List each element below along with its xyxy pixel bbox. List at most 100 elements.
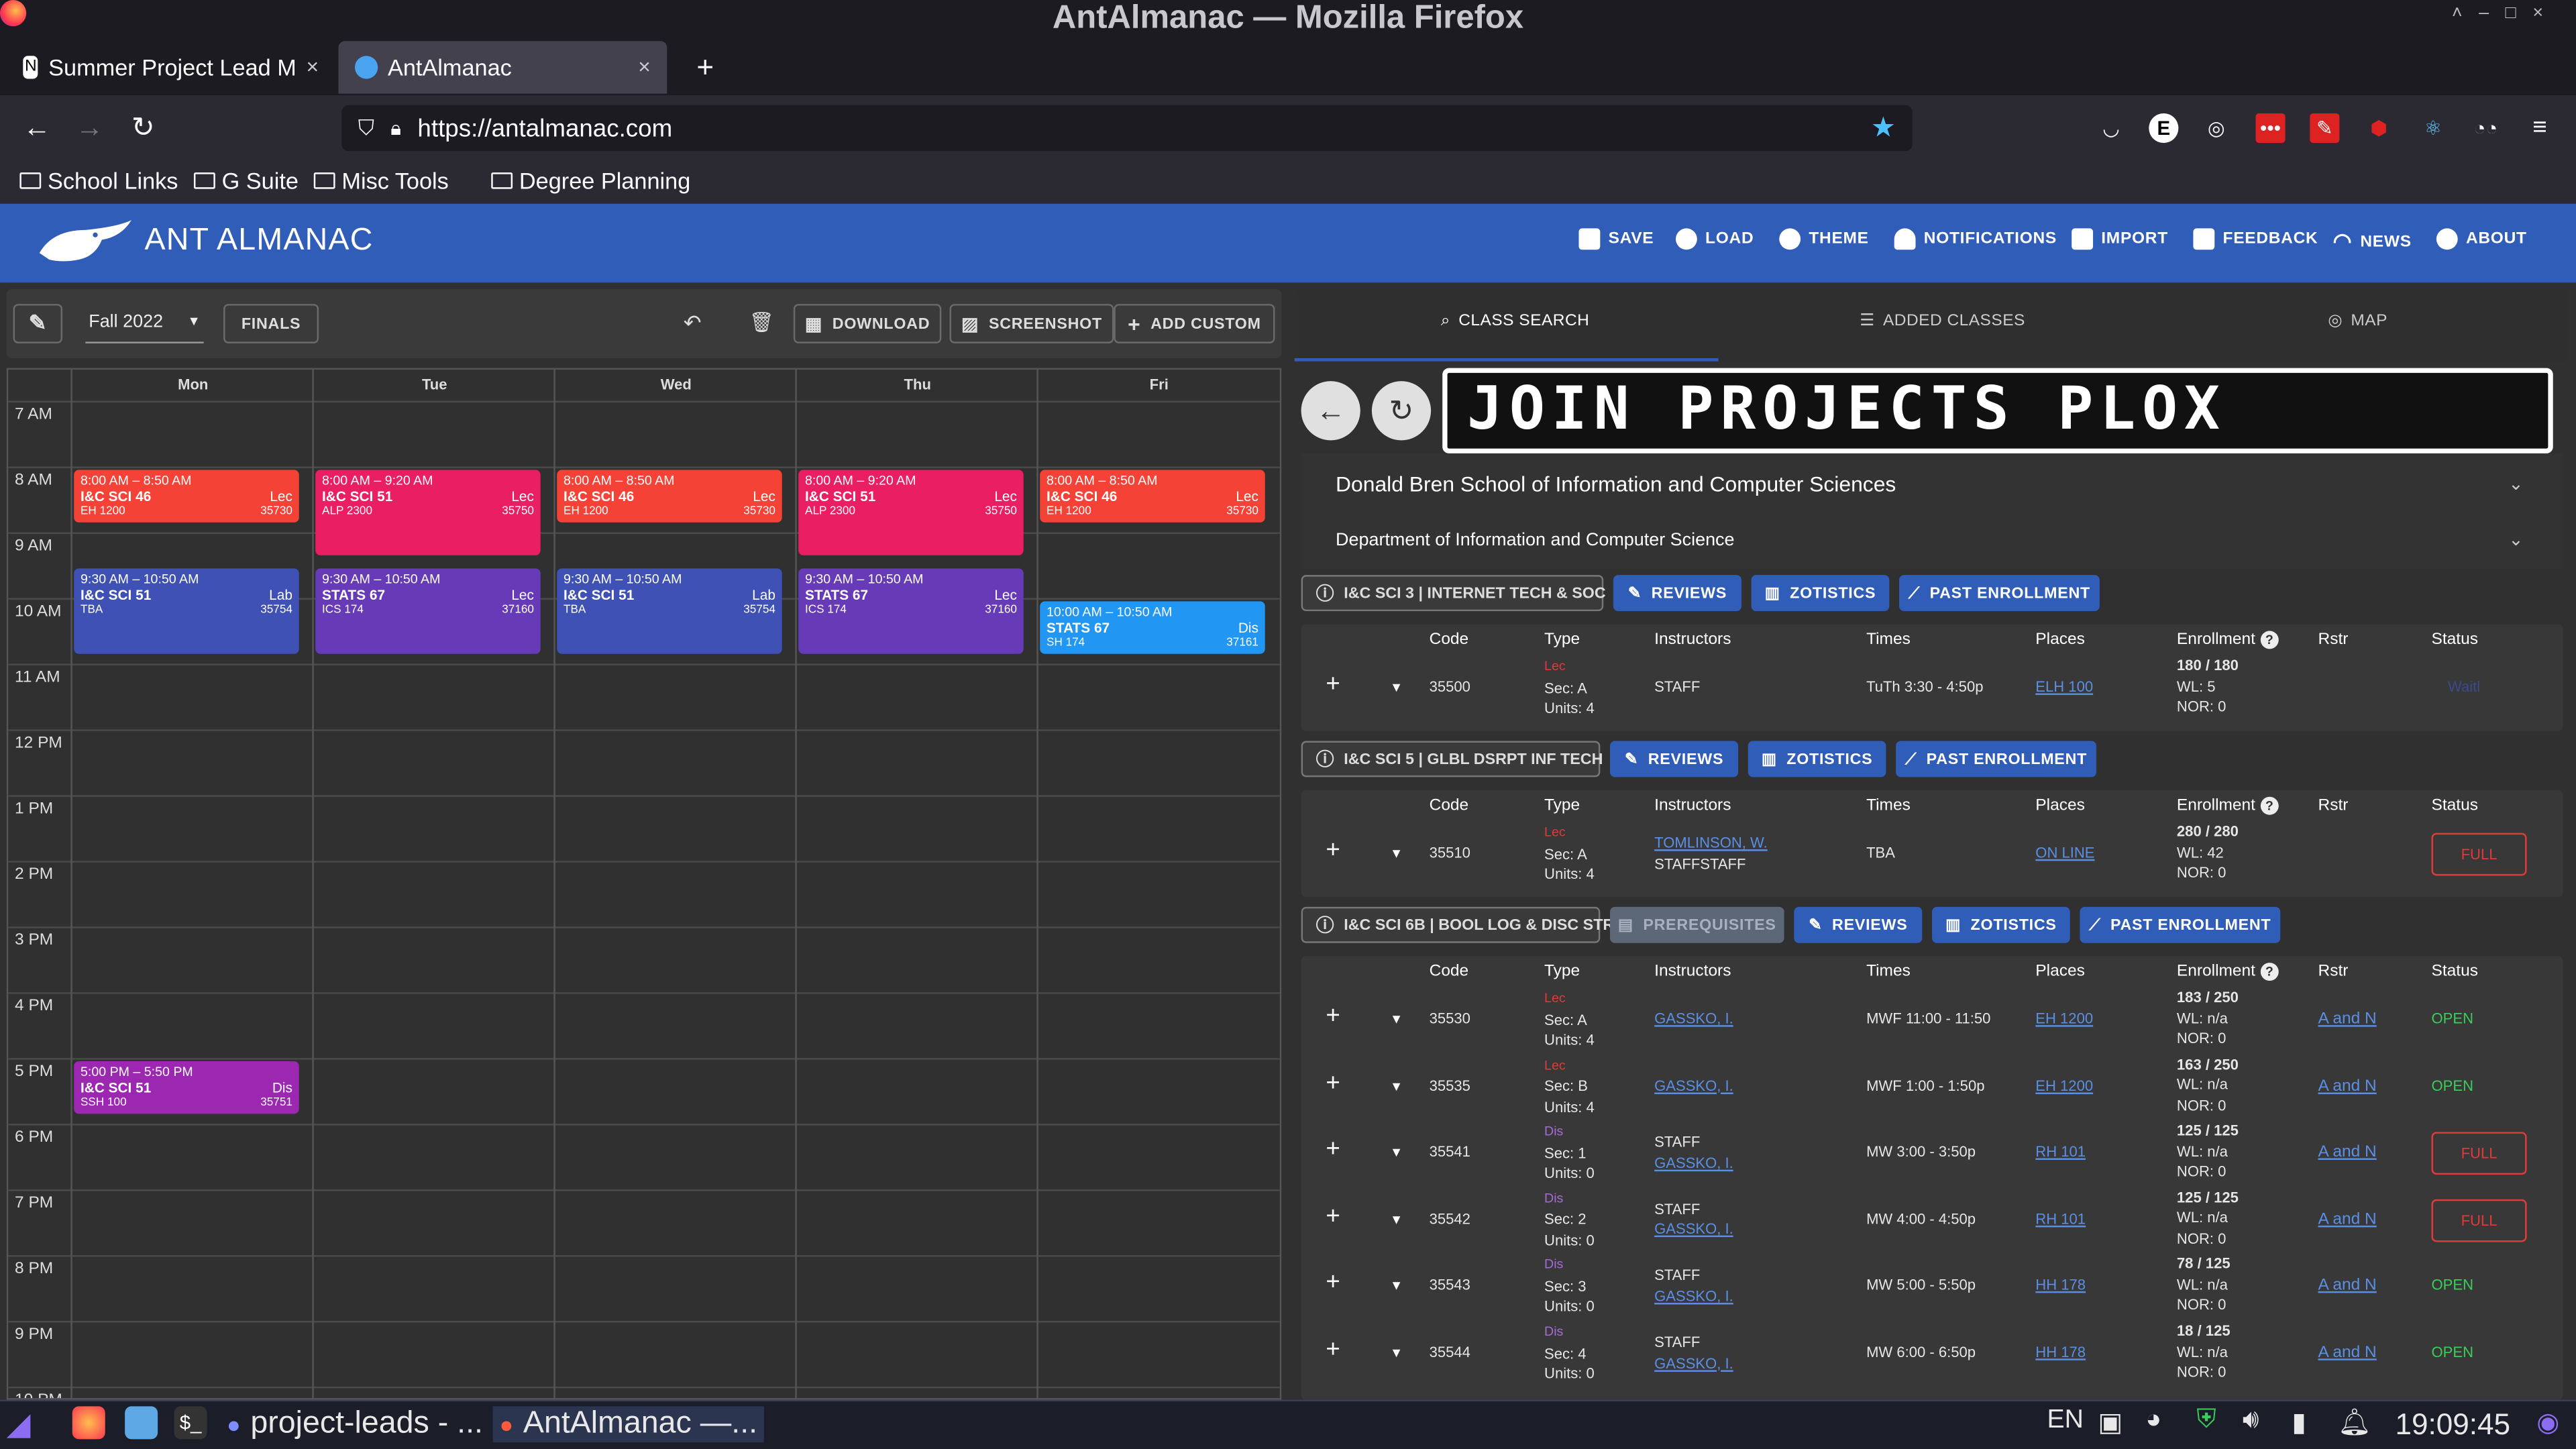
term-select[interactable]: Fall 2022 ▼ <box>85 304 204 343</box>
zotistics-button[interactable]: ▥ ZOTISTICS <box>1751 575 1890 612</box>
about-button[interactable]: ABOUT <box>2436 228 2527 250</box>
reload-icon[interactable]: ↻ <box>131 112 155 145</box>
restriction-link[interactable]: A and N <box>2318 1277 2377 1295</box>
reviews-button[interactable]: ✎ REVIEWS <box>1613 575 1741 612</box>
add-custom-button[interactable]: + ADD CUSTOM <box>1114 304 1275 343</box>
tab-antalmanac[interactable]: AntAlmanac × <box>338 41 667 94</box>
extension-globe-icon[interactable]: ◎ <box>2202 113 2231 143</box>
help-icon[interactable]: ? <box>2260 631 2279 649</box>
bookmark-misc-tools[interactable]: Misc Tools <box>313 168 449 194</box>
window-controls[interactable]: ˄–□× <box>2452 3 2560 23</box>
color-picker-caret-icon[interactable]: ▼ <box>1390 1212 1403 1227</box>
calendar-event[interactable]: 9:30 AM – 10:50 AM I&C SCI 51 Lab TBA 35754 <box>74 568 299 654</box>
new-tab-button[interactable]: + <box>680 41 731 93</box>
extension-glasses-icon[interactable]: ◔◔ <box>2471 113 2500 143</box>
reviews-button[interactable]: ✎ REVIEWS <box>1794 906 1923 943</box>
calendar-event[interactable]: 9:30 AM – 10:50 AM STATS 67 Lec ICS 174 3716… <box>315 568 541 654</box>
app-logo[interactable]: ANT ALMANAC <box>36 217 374 266</box>
section-code-cell[interactable]: 35500 <box>1430 677 1470 698</box>
section-place-link[interactable]: RH 101 <box>2035 1210 2086 1226</box>
kde-menu-icon[interactable]: ◢ <box>7 1406 31 1444</box>
forward-icon[interactable]: → <box>76 112 104 145</box>
calendar-event[interactable]: 8:00 AM – 8:50 AM I&C SCI 46 Lec EH 1200 357… <box>557 470 782 523</box>
color-picker-caret-icon[interactable]: ▼ <box>1390 1145 1403 1160</box>
tab-added-classes[interactable]: ☰ ADDED CLASSES <box>1860 312 2025 330</box>
past-enrollment-button[interactable]: ⟋ PAST ENROLLMENT <box>1899 575 2100 612</box>
restriction-link[interactable]: A and N <box>2318 1144 2377 1162</box>
hamburger-menu-icon[interactable]: ≡ <box>2525 113 2555 143</box>
ublock-icon[interactable]: ⬢ <box>2364 113 2394 143</box>
color-picker-caret-icon[interactable]: ▼ <box>1390 1346 1403 1360</box>
calendar-event[interactable]: 8:00 AM – 8:50 AM I&C SCI 46 Lec EH 1200 357… <box>1040 470 1265 523</box>
volume-icon[interactable]: 🔊︎ <box>2243 1406 2259 1436</box>
files-icon[interactable] <box>125 1406 158 1440</box>
restriction-link[interactable]: A and N <box>2318 1010 2377 1028</box>
past-enrollment-button[interactable]: ⟋ PAST ENROLLMENT <box>2080 906 2281 943</box>
load-button[interactable]: LOAD <box>1675 228 1754 250</box>
add-section-button[interactable]: + <box>1326 1002 1340 1030</box>
restriction-link[interactable]: A and N <box>2318 1210 2377 1228</box>
feedback-button[interactable]: FEEDBACK <box>2193 228 2318 250</box>
zotistics-button[interactable]: ▥ ZOTISTICS <box>1932 906 2070 943</box>
back-icon[interactable]: ← <box>23 112 51 145</box>
section-place-link[interactable]: RH 101 <box>2035 1144 2086 1160</box>
course-title-button[interactable]: ⓘ I&C SCI 5 | GLBL DSRPT INF TECH <box>1301 741 1603 777</box>
taskbar-firefox[interactable]: ● AntAlmanac —... <box>492 1406 764 1443</box>
add-section-button[interactable]: + <box>1326 1269 1340 1297</box>
url-bar[interactable]: ⛉ 🔒︎ https://antalmanac.com ★ <box>341 105 1913 152</box>
restriction-link[interactable]: A and N <box>2318 1077 2377 1095</box>
section-place-link[interactable]: ON LINE <box>2035 845 2094 861</box>
pocket-icon[interactable]: ◡ <box>2096 113 2126 143</box>
add-section-button[interactable]: + <box>1326 670 1340 698</box>
instructor-name[interactable]: TOMLINSON, W. <box>1654 833 1768 854</box>
help-icon[interactable]: ? <box>2260 796 2279 815</box>
tab-summer-project[interactable]: N Summer Project Lead M × <box>7 41 335 93</box>
add-section-button[interactable]: + <box>1326 837 1340 865</box>
section-code-cell[interactable]: 35543 <box>1430 1275 1470 1296</box>
close-tab-icon[interactable]: × <box>638 43 651 92</box>
trash-icon[interactable]: 🗑︎ <box>749 311 774 333</box>
instructor-name[interactable]: GASSKO, I. <box>1654 1353 1733 1374</box>
calendar-event[interactable]: 10:00 AM – 10:50 AM STATS 67 Dis SH 174 3716… <box>1040 601 1265 654</box>
power-icon[interactable]: ◉ <box>2536 1406 2559 1439</box>
discord-tray-icon[interactable]: ◕ <box>2145 1406 2161 1436</box>
section-code-cell[interactable]: 35535 <box>1430 1075 1470 1096</box>
prerequisites-button[interactable]: ▤ PREREQUISITES <box>1610 906 1784 943</box>
refresh-button[interactable]: ↻ <box>1371 381 1432 441</box>
help-icon[interactable]: ? <box>2260 963 2279 981</box>
calendar-event[interactable]: 9:30 AM – 10:50 AM I&C SCI 51 Lab TBA 35754 <box>557 568 782 654</box>
color-picker-caret-icon[interactable]: ▼ <box>1390 846 1403 861</box>
download-button[interactable]: ▦ DOWNLOAD <box>793 304 942 343</box>
instructor-name[interactable]: GASSKO, I. <box>1654 1286 1733 1307</box>
import-button[interactable]: IMPORT <box>2072 228 2168 250</box>
undo-icon[interactable]: ↶ <box>684 311 702 337</box>
section-code-cell[interactable]: 35530 <box>1430 1009 1470 1030</box>
bookmark-star-icon[interactable]: ★ <box>1871 112 1896 145</box>
instructor-name[interactable]: GASSKO, I. <box>1654 1009 1733 1030</box>
save-button[interactable]: SAVE <box>1578 228 1654 250</box>
section-place-link[interactable]: EH 1200 <box>2035 1010 2093 1026</box>
calendar-event[interactable]: 8:00 AM – 9:20 AM I&C SCI 51 Lec ALP 2300 35… <box>315 470 541 555</box>
add-section-button[interactable]: + <box>1326 1136 1340 1164</box>
calendar-event[interactable]: 5:00 PM – 5:50 PM I&C SCI 51 Dis SSH 100 357… <box>74 1061 299 1114</box>
edit-schedule-button[interactable]: ✎ <box>13 304 63 343</box>
past-enrollment-button[interactable]: ⟋ PAST ENROLLMENT <box>1896 741 2096 777</box>
firefox-taskbar-icon[interactable] <box>72 1406 105 1440</box>
taskbar-discord[interactable]: ● project-leads - ... <box>227 1406 483 1442</box>
instructor-name[interactable]: GASSKO, I. <box>1654 1220 1733 1240</box>
zotistics-button[interactable]: ▥ ZOTISTICS <box>1748 741 1886 777</box>
instructor-name[interactable]: GASSKO, I. <box>1654 1075 1733 1096</box>
calendar-event[interactable]: 9:30 AM – 10:50 AM STATS 67 Lec ICS 174 3716… <box>798 568 1024 654</box>
close-tab-icon[interactable]: × <box>307 43 319 92</box>
extension-pen-icon[interactable]: ✎ <box>2310 113 2340 144</box>
react-devtools-icon[interactable]: ⚛ <box>2418 113 2448 143</box>
bookmark-degree-planning[interactable]: Degree Planning <box>491 168 690 194</box>
extension-dots-icon[interactable]: ••• <box>2255 113 2286 144</box>
add-section-button[interactable]: + <box>1326 1069 1340 1097</box>
screenshot-button[interactable]: ▨ SCREENSHOT <box>949 304 1114 343</box>
theme-button[interactable]: THEME <box>1779 228 1868 250</box>
department-header[interactable]: Department of Information and Computer S… <box>1301 513 2563 569</box>
terminal-icon[interactable]: $_ <box>174 1406 207 1440</box>
notifications-bell-icon[interactable]: 🔔︎ <box>2338 1406 2371 1439</box>
back-button[interactable]: ← <box>1301 381 1360 441</box>
